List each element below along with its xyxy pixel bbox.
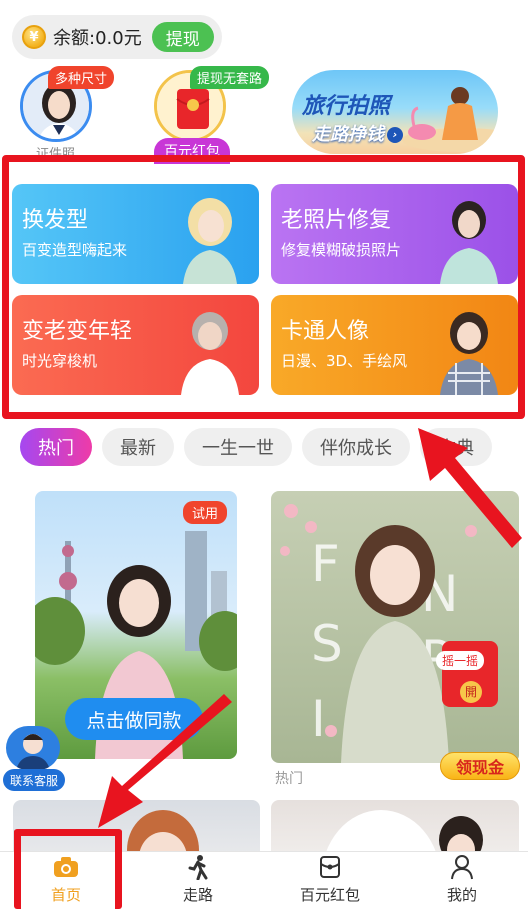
trial-badge: 试用 [182, 501, 227, 524]
hongbao-tag: 提现无套路 [190, 66, 270, 89]
balance-pill: ¥ 余额:0.0元 提现 [12, 15, 222, 59]
template-card-spring[interactable]: F N S P I C [271, 491, 519, 763]
coin-icon: ¥ [22, 25, 46, 49]
tab-lifetime[interactable]: 一生一世 [184, 428, 292, 466]
spring-blossom-girl-illustration: F N S P I C [280, 504, 500, 763]
collect-cash-button[interactable]: 领现金 [440, 752, 520, 780]
floating-red-envelope[interactable]: 摇一摇 開 [436, 641, 498, 707]
tile2-letter-i: I [311, 690, 326, 748]
template-caption: 热门 [275, 771, 303, 787]
nav-label: 我的 [446, 886, 477, 904]
tab-hot[interactable]: 热门 [20, 428, 92, 466]
nav-label: 百元红包 [299, 886, 360, 904]
open-icon: 開 [460, 681, 482, 703]
tab-newest[interactable]: 最新 [102, 428, 174, 466]
tile2-letter-s: S [311, 615, 343, 673]
profile-icon [449, 854, 475, 880]
red-envelope-icon [317, 854, 343, 880]
support-agent-icon [16, 734, 50, 770]
travel-banner-subtitle: 走路挣钱 › [312, 120, 403, 146]
shake-label: 摇一摇 [436, 651, 485, 670]
id-photo-tag: 多种尺寸 [48, 66, 115, 89]
nav-profile[interactable]: 我的 [396, 852, 528, 909]
tab-classical[interactable]: 古典 [420, 428, 492, 466]
tile2-letter-f: F [311, 535, 340, 593]
balance-text: 余额:0.0元 [53, 28, 142, 49]
withdraw-button[interactable]: 提现 [151, 22, 214, 52]
travel-photo-banner[interactable]: 旅行拍照 走路挣钱 › [292, 70, 498, 154]
walking-icon [185, 854, 211, 880]
highlight-box-home-nav [14, 829, 122, 909]
customer-service-avatar[interactable] [6, 726, 60, 770]
nav-walk[interactable]: 走路 [132, 852, 264, 909]
chevron-right-icon: › [387, 127, 403, 143]
make-same-style-button[interactable]: 点击做同款 [65, 698, 203, 740]
travel-banner-title: 旅行拍照 [302, 94, 391, 119]
tab-grow-with-you[interactable]: 伴你成长 [302, 428, 410, 466]
category-tabs: 热门 最新 一生一世 伴你成长 古典 [20, 428, 528, 468]
highlight-box-features [2, 155, 525, 419]
nav-label: 走路 [182, 886, 213, 904]
nav-red-envelope[interactable]: 百元红包 [264, 852, 396, 909]
customer-service-label[interactable]: 联系客服 [3, 769, 65, 791]
